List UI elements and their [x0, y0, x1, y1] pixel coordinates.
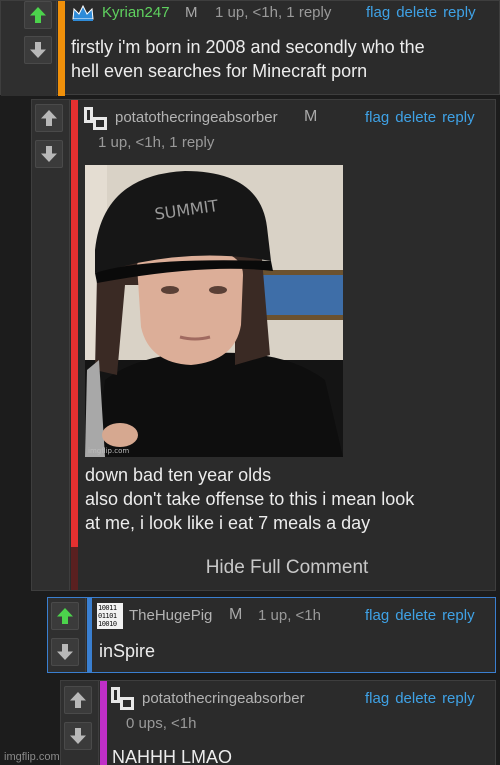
reply-link[interactable]: reply: [442, 109, 475, 126]
thread-accent-bar: [87, 598, 92, 672]
mod-badge: M: [229, 606, 243, 623]
comment-text: firstly i'm born in 2008 and secondly wh…: [71, 35, 496, 83]
comment-text-line: also don't take offense to this i mean l…: [85, 489, 415, 509]
vote-column: [1, 1, 57, 96]
comment-card-kyrian247: Kyrian247 M 1 up, <1h, 1 reply flag delet…: [0, 0, 500, 96]
comment-text: inSpire: [99, 639, 479, 663]
comment-text-line: firstly i'm born in 2008 and secondly wh…: [71, 37, 425, 57]
binary-line: 01101: [98, 612, 117, 620]
comment-text: NAHHH LMAO: [112, 745, 472, 765]
binary-line: 10011: [98, 604, 117, 612]
username-link[interactable]: potatothecringeabsorber: [142, 690, 305, 707]
comment-meta: 1 up, <1h: [258, 607, 321, 624]
upvote-button[interactable]: [51, 602, 79, 630]
downvote-button[interactable]: [35, 140, 63, 168]
mod-badge: M: [185, 4, 198, 21]
reply-link[interactable]: reply: [442, 690, 475, 707]
site-watermark: imgflip.com: [4, 751, 60, 763]
comment-image[interactable]: SUMMIT imgflip.com: [85, 165, 343, 457]
flag-link[interactable]: flag: [365, 607, 389, 624]
comment-meta: 1 up, <1h, 1 reply: [98, 134, 215, 151]
downvote-button[interactable]: [51, 638, 79, 666]
comment-text-line: inSpire: [99, 641, 156, 661]
flag-link[interactable]: flag: [365, 109, 389, 126]
comment-actions: flag delete reply: [359, 607, 475, 624]
username-link[interactable]: Kyrian247: [102, 4, 170, 21]
crown-icon: [71, 4, 95, 22]
thread-accent-bar-dark: [71, 547, 78, 590]
flag-link[interactable]: flag: [366, 4, 390, 21]
image-watermark: imgflip.com: [88, 447, 129, 455]
vote-column: [32, 100, 70, 590]
pixel-glyph-icon: [83, 106, 109, 132]
comment-text-line: at me, i look like i eat 7 meals a day: [85, 513, 371, 533]
comment-text: down bad ten year olds also don't take o…: [85, 463, 490, 535]
delete-link[interactable]: delete: [396, 4, 437, 21]
thread-accent-bar: [58, 1, 65, 96]
reply-link[interactable]: reply: [442, 607, 475, 624]
comment-actions: flag delete reply: [359, 109, 475, 126]
delete-link[interactable]: delete: [395, 109, 436, 126]
binary-line: 10010: [98, 620, 117, 628]
upvote-button[interactable]: [24, 1, 52, 29]
username-link[interactable]: potatothecringeabsorber: [115, 109, 278, 126]
upvote-button[interactable]: [64, 686, 92, 714]
downvote-button[interactable]: [64, 722, 92, 750]
comment-actions: flag delete reply: [359, 690, 475, 707]
reply-link[interactable]: reply: [443, 4, 476, 21]
upvote-button[interactable]: [35, 104, 63, 132]
comment-text-line: hell even searches for Minecraft porn: [71, 61, 368, 81]
thread-accent-bar: [71, 100, 78, 547]
flag-link[interactable]: flag: [365, 690, 389, 707]
hide-full-comment-button[interactable]: Hide Full Comment: [80, 548, 494, 588]
username-link[interactable]: TheHugePig: [129, 607, 212, 624]
comment-actions: flag delete reply: [360, 4, 476, 21]
comment-text-line: NAHHH LMAO: [112, 747, 233, 765]
delete-link[interactable]: delete: [395, 690, 436, 707]
comment-text-line: down bad ten year olds: [85, 465, 272, 485]
delete-link[interactable]: delete: [395, 607, 436, 624]
thread-accent-bar: [100, 681, 107, 765]
downvote-button[interactable]: [24, 36, 52, 64]
pixel-glyph-icon: [110, 686, 136, 712]
comment-meta: 1 up, <1h, 1 reply: [215, 4, 332, 21]
mod-badge: M: [304, 108, 318, 125]
binary-icon: 10011 01101 10010: [97, 603, 123, 629]
comment-meta: 0 ups, <1h: [126, 715, 197, 732]
